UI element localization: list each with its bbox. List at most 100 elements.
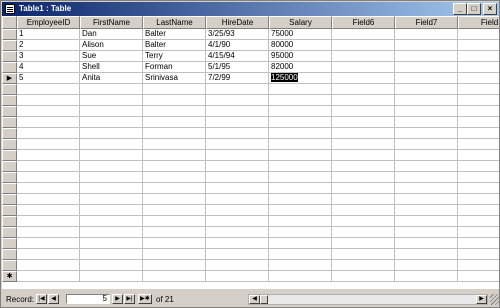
- table-cell[interactable]: [458, 249, 499, 260]
- table-cell[interactable]: [143, 150, 206, 161]
- table-cell[interactable]: [332, 271, 395, 282]
- table-cell[interactable]: [143, 128, 206, 139]
- table-cell[interactable]: [332, 249, 395, 260]
- table-cell[interactable]: [458, 29, 499, 40]
- table-cell[interactable]: [143, 117, 206, 128]
- table-cell[interactable]: [206, 106, 269, 117]
- column-header[interactable]: Salary: [269, 16, 332, 29]
- table-cell[interactable]: [206, 249, 269, 260]
- table-cell[interactable]: [269, 249, 332, 260]
- table-cell[interactable]: [332, 51, 395, 62]
- table-cell[interactable]: [17, 183, 80, 194]
- table-cell[interactable]: [395, 227, 458, 238]
- table-cell[interactable]: 1: [17, 29, 80, 40]
- table-cell[interactable]: [80, 194, 143, 205]
- table-cell[interactable]: [458, 260, 499, 271]
- table-cell[interactable]: [206, 183, 269, 194]
- table-cell[interactable]: [332, 128, 395, 139]
- table-cell[interactable]: [458, 106, 499, 117]
- table-cell[interactable]: Terry: [143, 51, 206, 62]
- table-cell[interactable]: [458, 194, 499, 205]
- table-cell[interactable]: [206, 161, 269, 172]
- table-cell[interactable]: [143, 260, 206, 271]
- table-cell[interactable]: [269, 271, 332, 282]
- table-cell[interactable]: 125000: [269, 73, 332, 84]
- table-cell[interactable]: [17, 128, 80, 139]
- row-selector[interactable]: [2, 106, 17, 117]
- table-cell[interactable]: 82000: [269, 62, 332, 73]
- table-cell[interactable]: [80, 84, 143, 95]
- table-cell[interactable]: [269, 139, 332, 150]
- table-cell[interactable]: 75000: [269, 29, 332, 40]
- table-cell[interactable]: 80000: [269, 40, 332, 51]
- table-cell[interactable]: [269, 260, 332, 271]
- table-cell[interactable]: [17, 139, 80, 150]
- current-record-input[interactable]: 5: [66, 294, 110, 304]
- table-cell[interactable]: Shell: [80, 62, 143, 73]
- table-cell[interactable]: Sue: [80, 51, 143, 62]
- scroll-right-arrow-icon[interactable]: ▶: [476, 295, 487, 304]
- table-cell[interactable]: [206, 271, 269, 282]
- table-cell[interactable]: [458, 73, 499, 84]
- table-cell[interactable]: [458, 62, 499, 73]
- table-cell[interactable]: [17, 172, 80, 183]
- table-cell[interactable]: [17, 106, 80, 117]
- row-selector[interactable]: [2, 227, 17, 238]
- table-cell[interactable]: [143, 238, 206, 249]
- table-cell[interactable]: [17, 271, 80, 282]
- table-cell[interactable]: Balter: [143, 29, 206, 40]
- table-cell[interactable]: [80, 260, 143, 271]
- table-cell[interactable]: [80, 95, 143, 106]
- table-cell[interactable]: [458, 139, 499, 150]
- table-cell[interactable]: [206, 117, 269, 128]
- table-cell[interactable]: [458, 150, 499, 161]
- close-button[interactable]: ×: [483, 3, 497, 15]
- table-cell[interactable]: [80, 227, 143, 238]
- table-cell[interactable]: [17, 249, 80, 260]
- table-cell[interactable]: [458, 183, 499, 194]
- previous-record-button[interactable]: ◀: [48, 294, 59, 304]
- table-cell[interactable]: [395, 128, 458, 139]
- table-cell[interactable]: [206, 139, 269, 150]
- row-selector[interactable]: [2, 128, 17, 139]
- table-cell[interactable]: [395, 271, 458, 282]
- row-selector[interactable]: [2, 139, 17, 150]
- table-cell[interactable]: [332, 260, 395, 271]
- table-cell[interactable]: [269, 172, 332, 183]
- table-cell[interactable]: 4/15/94: [206, 51, 269, 62]
- table-cell[interactable]: [17, 216, 80, 227]
- table-cell[interactable]: [17, 95, 80, 106]
- table-cell[interactable]: [269, 238, 332, 249]
- table-cell[interactable]: [332, 161, 395, 172]
- table-cell[interactable]: [17, 161, 80, 172]
- table-cell[interactable]: Srinivasa: [143, 73, 206, 84]
- column-header[interactable]: EmployeeID: [17, 16, 80, 29]
- table-cell[interactable]: [395, 73, 458, 84]
- table-cell[interactable]: [395, 205, 458, 216]
- resize-grip-icon[interactable]: [490, 294, 499, 305]
- table-cell[interactable]: 2: [17, 40, 80, 51]
- table-cell[interactable]: [17, 150, 80, 161]
- table-cell[interactable]: [17, 84, 80, 95]
- table-cell[interactable]: [395, 249, 458, 260]
- table-cell[interactable]: [143, 249, 206, 260]
- first-record-button[interactable]: |◀: [36, 294, 47, 304]
- table-cell[interactable]: [17, 117, 80, 128]
- table-cell[interactable]: [332, 117, 395, 128]
- table-cell[interactable]: [143, 95, 206, 106]
- scroll-left-arrow-icon[interactable]: ◀: [249, 295, 260, 304]
- table-cell[interactable]: [395, 106, 458, 117]
- table-cell[interactable]: [206, 172, 269, 183]
- table-cell[interactable]: [395, 117, 458, 128]
- table-cell[interactable]: [80, 150, 143, 161]
- new-row-indicator-icon[interactable]: ✱: [2, 271, 17, 282]
- table-cell[interactable]: [269, 150, 332, 161]
- table-cell[interactable]: [332, 139, 395, 150]
- table-cell[interactable]: [80, 216, 143, 227]
- table-cell[interactable]: [458, 172, 499, 183]
- horizontal-scrollbar[interactable]: ◀ ▶: [248, 294, 488, 305]
- table-cell[interactable]: [17, 194, 80, 205]
- table-cell[interactable]: [80, 106, 143, 117]
- table-cell[interactable]: [395, 62, 458, 73]
- table-cell[interactable]: [80, 161, 143, 172]
